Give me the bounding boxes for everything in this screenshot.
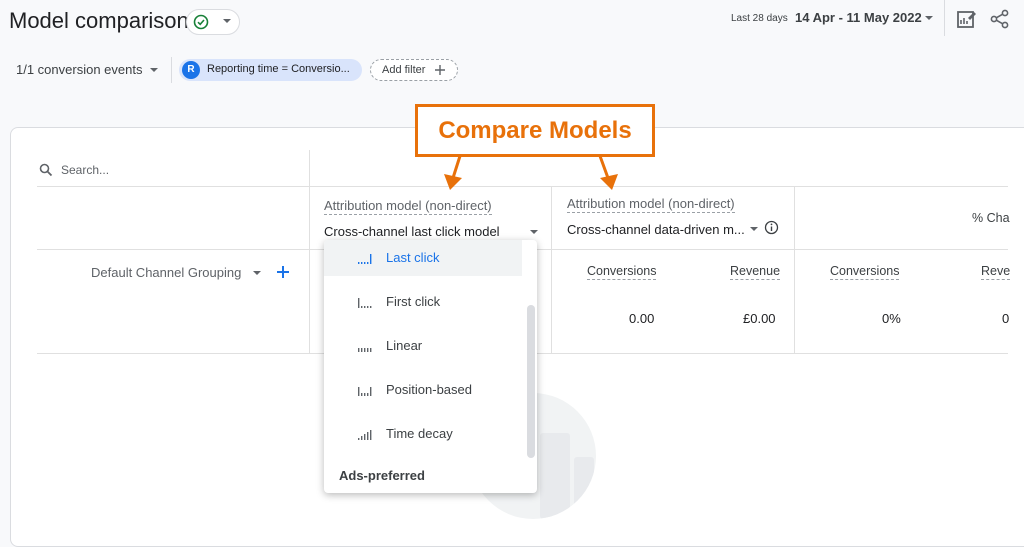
menu-item-first-click[interactable]: First click <box>324 284 522 320</box>
model-b-selector[interactable]: Cross-channel data-driven m... <box>567 222 745 237</box>
header-divider <box>944 0 945 36</box>
menu-section-ads-preferred: Ads-preferred <box>339 468 425 483</box>
date-range-label: Last 28 days <box>731 13 788 24</box>
column-divider <box>309 150 310 353</box>
attribution-model-menu: Last click First click Linear Position-b… <box>324 240 537 493</box>
chip-avatar: R <box>182 61 200 79</box>
page-title: Model comparison <box>9 8 189 33</box>
menu-item-label: Position-based <box>386 382 472 397</box>
row-divider <box>37 186 1008 187</box>
add-filter-button[interactable]: Add filter <box>370 59 458 81</box>
menu-item-linear[interactable]: Linear <box>324 328 522 364</box>
status-dropdown[interactable] <box>186 9 240 35</box>
callout-arrow-left <box>444 155 462 190</box>
cell-revenue-model-b: £0.00 <box>743 311 776 326</box>
cell-conversions-change: 0% <box>882 311 901 326</box>
column-divider <box>551 187 552 353</box>
share-icon[interactable] <box>989 8 1011 30</box>
reporting-time-filter-chip[interactable]: R Reporting time = Conversio... <box>179 59 362 81</box>
menu-item-label: First click <box>386 294 441 309</box>
add-filter-label: Add filter <box>382 64 426 76</box>
percent-change-header: % Cha <box>972 211 1010 225</box>
model-a-selector[interactable]: Cross-channel last click model <box>324 224 500 239</box>
menu-item-time-decay[interactable]: Time decay <box>324 416 522 452</box>
caret-down-icon[interactable] <box>747 222 761 236</box>
time-decay-icon <box>358 430 372 440</box>
search-input[interactable] <box>61 161 261 179</box>
date-range-picker[interactable]: 14 Apr - 11 May 2022 <box>795 10 922 25</box>
compare-models-callout: Compare Models <box>415 104 655 157</box>
linear-icon <box>358 348 372 352</box>
cell-conversions-model-b: 0.00 <box>629 311 655 326</box>
callout-text: Compare Models <box>438 117 632 144</box>
caret-down-icon[interactable] <box>147 63 161 77</box>
position-based-icon <box>358 387 372 396</box>
caret-down-icon <box>223 19 231 23</box>
menu-item-label: Linear <box>386 338 423 353</box>
col-conversions-model-b[interactable]: Conversions <box>587 264 657 280</box>
col-revenue-change[interactable]: Reve <box>981 264 1011 280</box>
model-b-label: Attribution model (non-direct) <box>567 196 735 213</box>
caret-down-icon[interactable] <box>527 225 541 239</box>
menu-item-label: Time decay <box>386 426 453 441</box>
model-a-label: Attribution model (non-direct) <box>324 198 492 215</box>
callout-arrow-right <box>598 155 618 190</box>
plus-icon <box>435 65 445 75</box>
col-conversions-change[interactable]: Conversions <box>830 264 900 280</box>
dimension-selector[interactable]: Default Channel Grouping <box>91 265 241 280</box>
caret-down-icon[interactable] <box>922 11 936 25</box>
menu-item-position-based[interactable]: Position-based <box>324 372 522 408</box>
caret-down-icon[interactable] <box>250 266 264 280</box>
cell-revenue-change: 0 <box>1002 311 1010 326</box>
edit-report-icon[interactable] <box>955 8 977 30</box>
col-revenue-model-b[interactable]: Revenue <box>730 264 781 280</box>
menu-item-label: Last click <box>386 250 440 265</box>
add-dimension-icon[interactable] <box>275 264 291 280</box>
chip-label: Reporting time = Conversio... <box>207 63 350 75</box>
filter-divider <box>171 57 172 83</box>
info-icon[interactable] <box>764 220 779 235</box>
menu-item-last-click[interactable]: Last click <box>324 240 522 276</box>
first-click-icon <box>358 298 372 308</box>
search-icon <box>39 163 53 177</box>
conversion-events-selector[interactable]: 1/1 conversion events <box>16 62 142 77</box>
last-click-icon <box>358 254 372 264</box>
check-circle-icon <box>193 14 209 30</box>
menu-scrollbar-thumb[interactable] <box>527 305 535 458</box>
column-divider <box>794 187 795 353</box>
